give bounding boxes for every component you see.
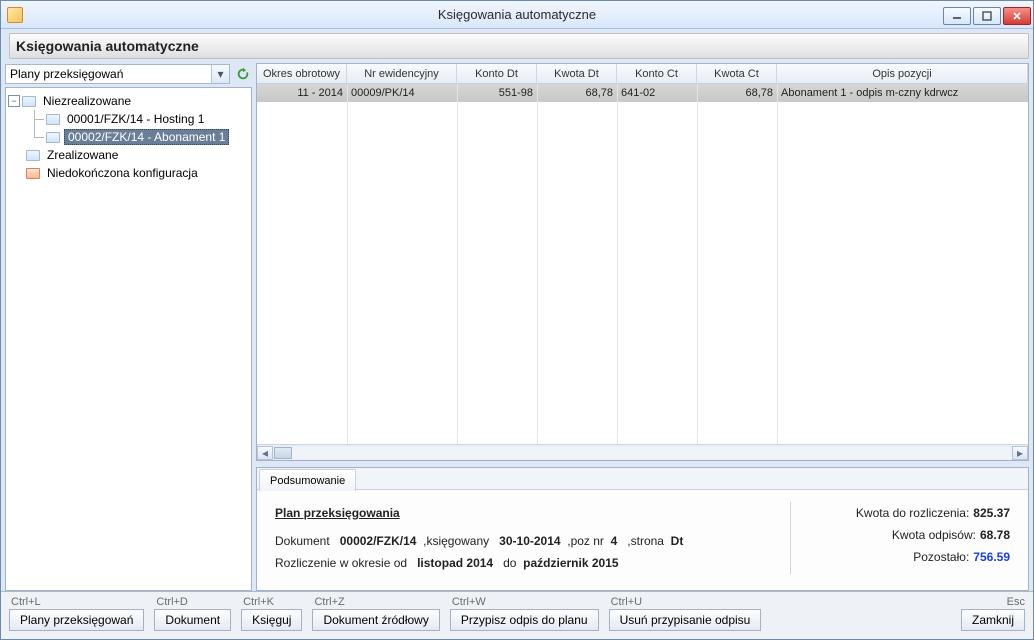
window-title: Księgowania automatyczne: [438, 1, 596, 29]
scroll-thumb[interactable]: [274, 447, 292, 459]
summary-left-row: Pozostało: 756.59: [805, 546, 1010, 568]
shortcut-label: Ctrl+D: [154, 596, 187, 608]
shortcut-label: Ctrl+W: [450, 596, 486, 608]
entries-grid[interactable]: Okres obrotowy Nr ewidencyjny Konto Dt K…: [256, 63, 1029, 461]
table-row[interactable]: 11 - 2014 00009/PK/14 551-98 68,78 641-0…: [257, 84, 1028, 102]
summary-doc-label: Dokument: [275, 534, 330, 548]
folder-icon: [26, 168, 40, 179]
summary-total-value: 825.37: [973, 502, 1010, 524]
scroll-left-icon[interactable]: ◂: [257, 446, 273, 460]
post-button[interactable]: Księguj: [241, 609, 302, 631]
shortcut-label: Ctrl+K: [241, 596, 274, 608]
source-doc-button[interactable]: Dokument źródłowy: [312, 609, 439, 631]
tree-leaf-abonament[interactable]: 00002/FZK/14 - Abonament 1: [8, 128, 249, 146]
footer-toolbar: Ctrl+LPlany przeksięgowań Ctrl+DDokument…: [1, 591, 1033, 639]
col-period[interactable]: Okres obrotowy: [257, 64, 347, 83]
page-title: Księgowania automatyczne: [16, 38, 199, 54]
folder-icon: [22, 96, 36, 107]
shortcut-label: Ctrl+U: [609, 596, 642, 608]
plans-dropdown[interactable]: Plany przeksięgowań ▾: [5, 64, 230, 84]
col-konto-dt[interactable]: Konto Dt: [457, 64, 537, 83]
summary-odp-value: 68.78: [980, 524, 1010, 546]
assign-button[interactable]: Przypisz odpis do planu: [450, 609, 599, 631]
cell-konto-ct: 641-02: [617, 87, 697, 99]
summary-booked-label: ,księgowany: [423, 534, 489, 548]
cell-period: 11 - 2014: [257, 87, 347, 99]
col-konto-ct[interactable]: Konto Ct: [617, 64, 697, 83]
col-opis[interactable]: Opis pozycji: [777, 64, 1028, 83]
summary-booked-date: 30-10-2014: [499, 534, 560, 548]
summary-period-to-label: do: [503, 556, 516, 570]
summary-pos-label: ,poz nr: [567, 534, 604, 548]
shortcut-label: Ctrl+L: [9, 596, 41, 608]
title-bar: Księgowania automatyczne: [1, 1, 1033, 29]
tab-summary[interactable]: Podsumowanie: [259, 469, 356, 491]
summary-total-row: Kwota do rozliczenia: 825.37: [805, 502, 1010, 524]
tree-node-label: 00002/FZK/14 - Abonament 1: [64, 129, 229, 145]
grid-header-row: Okres obrotowy Nr ewidencyjny Konto Dt K…: [257, 64, 1028, 84]
cell-kwota-dt: 68,78: [537, 87, 617, 99]
summary-pos-no: 4: [611, 534, 618, 548]
collapse-icon[interactable]: −: [8, 95, 20, 107]
scroll-right-icon[interactable]: ▸: [1012, 446, 1028, 460]
close-footer-button[interactable]: Zamknij: [961, 609, 1025, 631]
tree-node-unrealized[interactable]: − Niezrealizowane: [8, 92, 249, 110]
summary-period-line: Rozliczenie w okresie od listopad 2014 d…: [275, 552, 790, 574]
close-button[interactable]: [1003, 7, 1031, 25]
grid-body[interactable]: 11 - 2014 00009/PK/14 551-98 68,78 641-0…: [257, 84, 1028, 444]
summary-plan-heading: Plan przeksięgowania: [275, 502, 790, 524]
page-header: Księgowania automatyczne: [9, 33, 1029, 59]
app-window: Księgowania automatyczne Księgowania aut…: [0, 0, 1034, 640]
shortcut-label: Ctrl+Z: [312, 596, 344, 608]
summary-side-label: ,strona: [627, 534, 664, 548]
tree-node-label: Niezrealizowane: [40, 94, 134, 108]
summary-doc-no: 00002/FZK/14: [340, 534, 417, 548]
document-button[interactable]: Dokument: [154, 609, 231, 631]
shortcut-label: Esc: [1005, 596, 1025, 608]
cell-kwota-ct: 68,78: [697, 87, 777, 99]
minimize-button[interactable]: [943, 7, 971, 25]
summary-doc-line: Dokument 00002/FZK/14 ,księgowany 30-10-…: [275, 530, 790, 552]
tree-node-label: Zrealizowane: [44, 148, 121, 162]
summary-left-label: Pozostało:: [913, 546, 969, 568]
folder-icon: [46, 132, 60, 143]
summary-period-from: listopad 2014: [417, 556, 493, 570]
summary-odp-label: Kwota odpisów:: [892, 524, 976, 546]
tree-node-label: 00001/FZK/14 - Hosting 1: [64, 112, 207, 126]
col-kwota-dt[interactable]: Kwota Dt: [537, 64, 617, 83]
tree-node-incomplete[interactable]: Niedokończona konfiguracja: [8, 164, 249, 182]
folder-icon: [46, 114, 60, 125]
plans-button[interactable]: Plany przeksięgowań: [9, 609, 144, 631]
grid-hscroll[interactable]: ◂ ▸: [257, 444, 1028, 460]
tree-node-realized[interactable]: Zrealizowane: [8, 146, 249, 164]
summary-period-label: Rozliczenie w okresie od: [275, 556, 407, 570]
summary-panel: Podsumowanie Plan przeksięgowania Dokume…: [256, 467, 1029, 591]
cell-docno: 00009/PK/14: [347, 87, 457, 99]
plans-dropdown-value: Plany przeksięgowań: [10, 67, 123, 81]
app-icon: [7, 7, 23, 23]
plans-tree[interactable]: − Niezrealizowane 00001/FZK/14 - Hosting…: [5, 87, 252, 591]
summary-odp-row: Kwota odpisów: 68.78: [805, 524, 1010, 546]
refresh-button[interactable]: [234, 65, 252, 83]
col-docno[interactable]: Nr ewidencyjny: [347, 64, 457, 83]
summary-total-label: Kwota do rozliczenia:: [856, 502, 969, 524]
tree-node-label: Niedokończona konfiguracja: [44, 166, 201, 180]
col-kwota-ct[interactable]: Kwota Ct: [697, 64, 777, 83]
tree-leaf-hosting[interactable]: 00001/FZK/14 - Hosting 1: [8, 110, 249, 128]
unassign-button[interactable]: Usuń przypisanie odpisu: [609, 609, 762, 631]
summary-left-value: 756.59: [973, 546, 1010, 568]
refresh-icon: [236, 67, 250, 81]
cell-konto-dt: 551-98: [457, 87, 537, 99]
summary-period-to: październik 2015: [523, 556, 618, 570]
folder-icon: [26, 150, 40, 161]
chevron-down-icon: ▾: [211, 65, 229, 83]
cell-opis: Abonament 1 - odpis m-czny kdrwcz: [777, 87, 1028, 99]
summary-side: Dt: [671, 534, 684, 548]
maximize-button[interactable]: [973, 7, 1001, 25]
